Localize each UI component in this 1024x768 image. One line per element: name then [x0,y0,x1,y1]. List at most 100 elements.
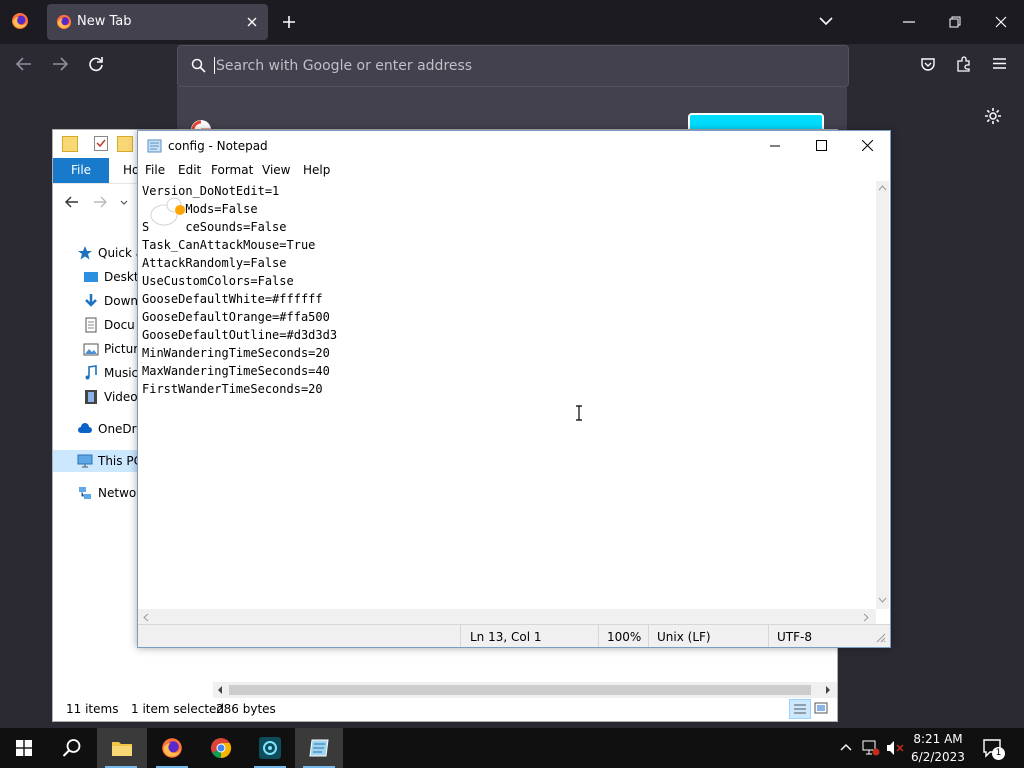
close-tab-icon[interactable] [246,16,258,28]
large-icons-view-icon[interactable] [813,700,829,716]
close-window-icon[interactable] [995,16,1007,28]
star-icon [77,245,93,261]
close-icon[interactable] [862,140,873,151]
new-tab-plus-icon[interactable] [282,15,296,29]
network-status-icon[interactable] [862,740,880,756]
status-divider [648,625,649,647]
minimize-icon[interactable] [770,145,780,147]
scrollbar-thumb[interactable] [229,685,811,695]
start-button[interactable] [0,728,48,768]
search-icon [62,738,82,758]
back-arrow-icon[interactable] [16,57,32,71]
text-cursor-ibeam-icon [575,405,583,421]
download-arrow-icon [83,293,99,309]
document-icon [83,317,99,333]
film-icon [83,389,99,405]
scroll-right-arrow-icon[interactable] [824,686,832,694]
list-all-tabs-chevron-icon[interactable] [819,16,833,26]
scroll-up-arrow-icon[interactable] [878,185,887,191]
address-bar[interactable]: Search with Google or enter address [177,45,849,87]
explorer-status-bar: 11 items 1 item selected 286 bytes [53,698,837,720]
taskbar-teal-app[interactable] [246,728,294,768]
windows-taskbar: 8:21 AM 6/2/2023 1 [0,728,1024,768]
network-icon [77,485,93,501]
notepad-titlebar: config - Notepad [138,131,890,161]
search-icon [191,58,206,73]
chrome-icon [210,737,232,759]
selection-size: 286 bytes [216,702,276,716]
notepad-menubar: File Edit Format View Help [138,161,890,181]
music-note-icon [83,365,99,381]
newtab-settings-gear-icon[interactable] [984,107,1002,125]
status-divider [598,625,599,647]
notepad-horizontal-scrollbar[interactable] [138,609,876,624]
taskbar-file-explorer[interactable] [97,728,147,768]
notepad-vertical-scrollbar[interactable] [876,181,889,609]
scroll-down-arrow-icon[interactable] [878,597,887,603]
pocket-icon[interactable] [920,56,936,72]
new-folder-icon[interactable] [117,136,133,152]
menu-file[interactable]: File [145,163,165,177]
cloud-icon [77,421,93,437]
scroll-right-arrow-icon[interactable] [863,613,869,622]
restore-window-icon[interactable] [949,16,961,28]
status-divider [460,625,461,647]
status-divider [768,625,769,647]
ribbon-tab-file[interactable]: File [53,158,109,183]
taskbar-chrome[interactable] [197,728,245,768]
firefox-icon [56,14,72,30]
menu-view[interactable]: View [262,163,290,177]
taskbar-search-button[interactable] [48,728,96,768]
address-placeholder: Search with Google or enter address [216,58,473,74]
scroll-left-arrow-icon[interactable] [216,686,224,694]
extensions-puzzle-icon[interactable] [956,56,972,72]
desktop-icon [83,269,99,285]
computer-icon [77,453,93,469]
notepad-icon [147,139,163,153]
tab-new-tab[interactable]: New Tab [47,4,268,40]
menu-help[interactable]: Help [303,163,330,177]
scroll-left-arrow-icon[interactable] [143,613,149,622]
menu-format[interactable]: Format [211,163,253,177]
clock-date[interactable]: 6/2/2023 [906,750,970,764]
resize-grip-icon[interactable] [876,633,886,643]
selection-count: 1 item selected [131,702,225,716]
notification-count-badge: 1 [992,747,1005,760]
reload-icon[interactable] [88,56,104,72]
action-center-icon[interactable]: 1 [982,738,1005,760]
recent-locations-chevron-icon[interactable] [120,200,128,205]
goose-sprite-icon [146,193,188,227]
windows-logo-icon [16,740,32,756]
explorer-forward-arrow-icon[interactable] [93,196,107,208]
taskbar-notepad[interactable] [295,728,343,768]
app-gear-logo-icon [258,736,282,760]
text-caret [214,57,215,74]
notepad-icon [308,738,330,758]
explorer-horizontal-scrollbar[interactable] [213,682,837,698]
taskbar-firefox[interactable] [148,728,196,768]
properties-check-icon[interactable] [94,136,108,151]
notepad-window: config - Notepad File Edit Format View H… [137,130,891,648]
firefox-icon [161,737,183,759]
explorer-back-arrow-icon[interactable] [65,196,79,208]
tab-title: New Tab [77,14,132,29]
notepad-text-area[interactable]: Version_DoNotEdit=1 eMods=False S ceSoun… [138,181,876,609]
maximize-icon[interactable] [816,140,827,151]
notepad-status-bar: Ln 13, Col 1 100% Unix (LF) UTF-8 [138,624,890,647]
zoom-level: 100% [607,630,642,644]
hamburger-menu-icon[interactable] [992,57,1007,70]
details-view-icon[interactable] [789,699,811,719]
line-ending: Unix (LF) [657,630,711,644]
browser-tab-strip: New Tab [0,0,1024,44]
menu-edit[interactable]: Edit [178,163,201,177]
volume-muted-icon[interactable] [886,740,904,756]
show-hidden-icons-chevron-icon[interactable] [840,743,852,751]
forward-arrow-icon[interactable] [52,57,68,71]
firefox-menu-icon[interactable] [11,12,29,30]
clock-time[interactable]: 8:21 AM [906,732,970,746]
window-title: config - Notepad [168,139,268,153]
minimize-window-icon[interactable] [903,21,915,23]
encoding: UTF-8 [777,630,812,644]
picture-icon [83,341,99,357]
item-count: 11 items [66,702,119,716]
